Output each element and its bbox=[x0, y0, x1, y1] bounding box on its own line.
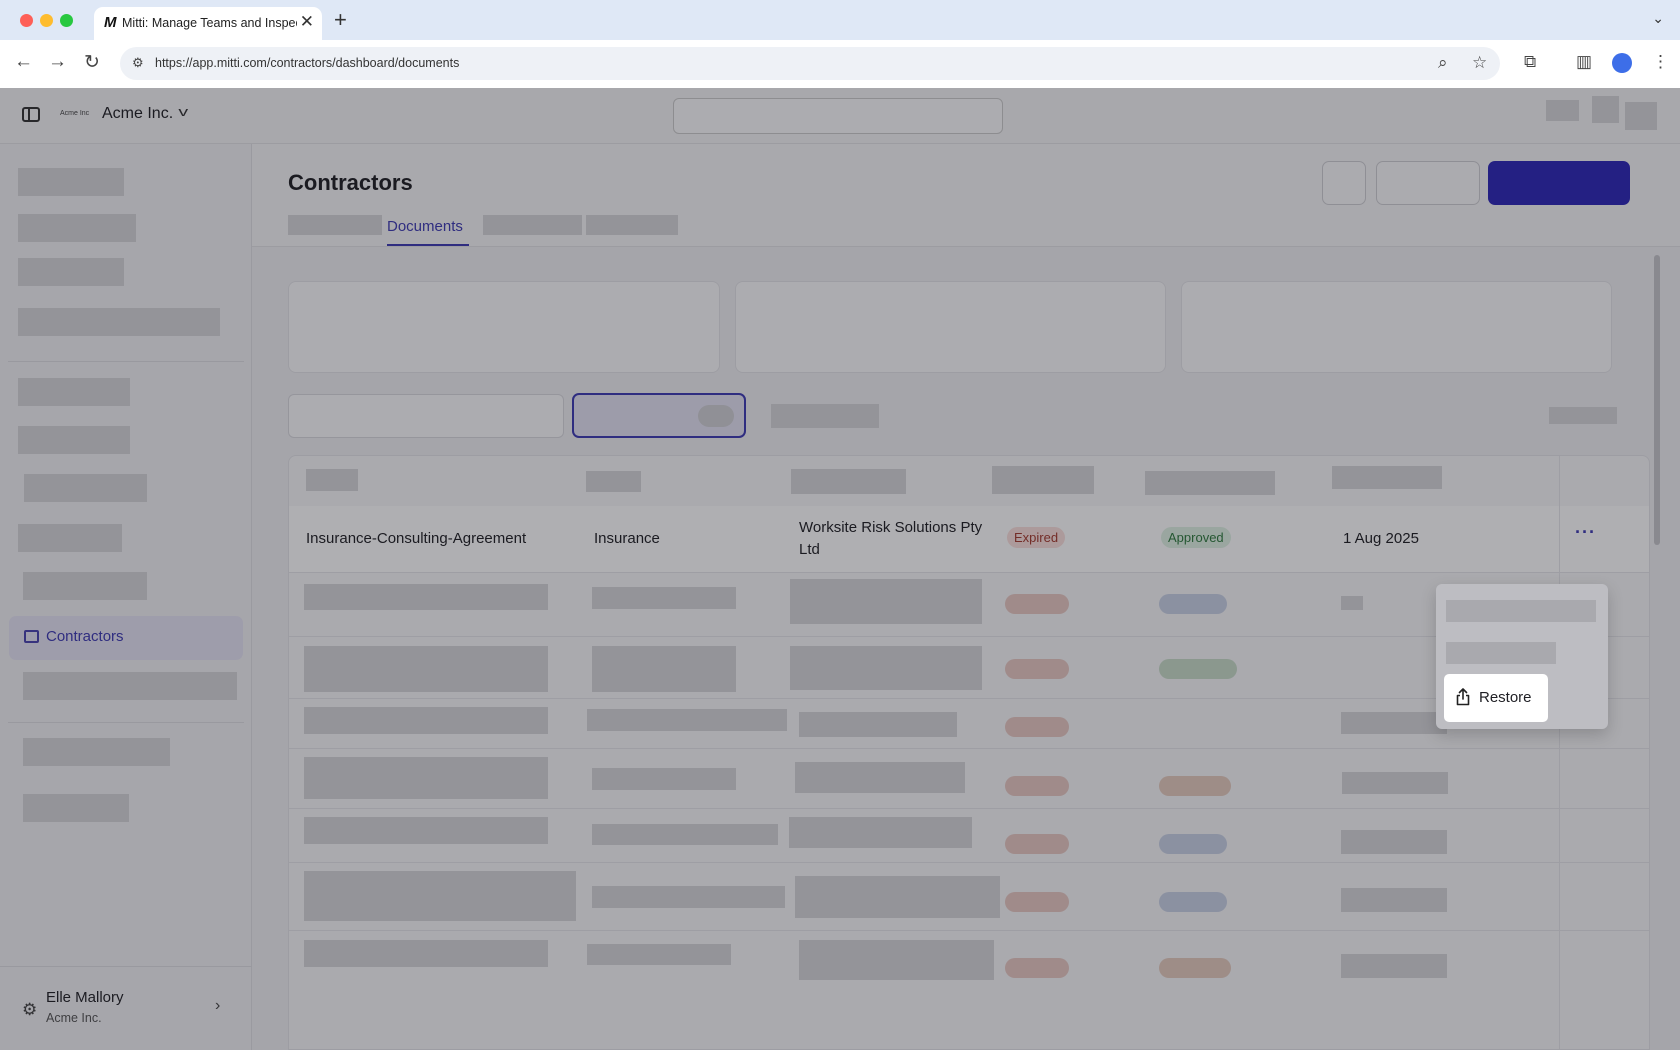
restore-menu-item[interactable]: Restore bbox=[1444, 674, 1548, 722]
maximize-window-button[interactable] bbox=[60, 14, 73, 27]
modal-backdrop[interactable] bbox=[0, 88, 1680, 1050]
browser-tab[interactable]: M Mitti: Manage Teams and Inspection ✕ bbox=[94, 7, 322, 40]
browser-menu-kebab-icon[interactable]: ⋮ bbox=[1652, 52, 1669, 72]
back-arrow-icon[interactable]: ← bbox=[14, 51, 33, 73]
restore-label: Restore bbox=[1479, 689, 1532, 706]
close-tab-icon[interactable]: ✕ bbox=[300, 12, 314, 32]
close-window-button[interactable] bbox=[20, 14, 33, 27]
new-tab-icon[interactable]: + bbox=[334, 7, 347, 33]
browser-tabbar: M Mitti: Manage Teams and Inspection ✕ +… bbox=[0, 0, 1680, 40]
mitti-favicon-icon: M bbox=[104, 14, 117, 31]
side-panel-icon[interactable]: ▥ bbox=[1576, 52, 1592, 72]
menu-item-placeholder[interactable] bbox=[1446, 600, 1596, 622]
site-settings-icon[interactable]: ⚙ bbox=[132, 55, 144, 71]
zoom-icon[interactable]: ⌕ bbox=[1438, 53, 1448, 73]
reload-icon[interactable]: ↻ bbox=[84, 51, 100, 74]
share-upload-icon bbox=[1456, 688, 1470, 706]
bookmark-star-icon[interactable]: ☆ bbox=[1472, 53, 1487, 73]
forward-arrow-icon[interactable]: → bbox=[48, 51, 67, 73]
extensions-puzzle-icon[interactable]: ⧉ bbox=[1524, 52, 1536, 72]
tab-title: Mitti: Manage Teams and Inspection bbox=[122, 16, 297, 30]
row-actions-menu: Restore bbox=[1436, 584, 1608, 729]
tab-search-chevron-icon[interactable]: ⌄ bbox=[1652, 10, 1664, 27]
menu-item-placeholder[interactable] bbox=[1446, 642, 1556, 664]
minimize-window-button[interactable] bbox=[40, 14, 53, 27]
profile-avatar-icon[interactable] bbox=[1612, 53, 1632, 73]
address-bar[interactable]: ⚙ https://app.mitti.com/contractors/dash… bbox=[120, 47, 1500, 80]
browser-toolbar: ← → ↻ ⚙ https://app.mitti.com/contractor… bbox=[0, 40, 1680, 88]
url-text[interactable]: https://app.mitti.com/contractors/dashbo… bbox=[155, 56, 459, 70]
